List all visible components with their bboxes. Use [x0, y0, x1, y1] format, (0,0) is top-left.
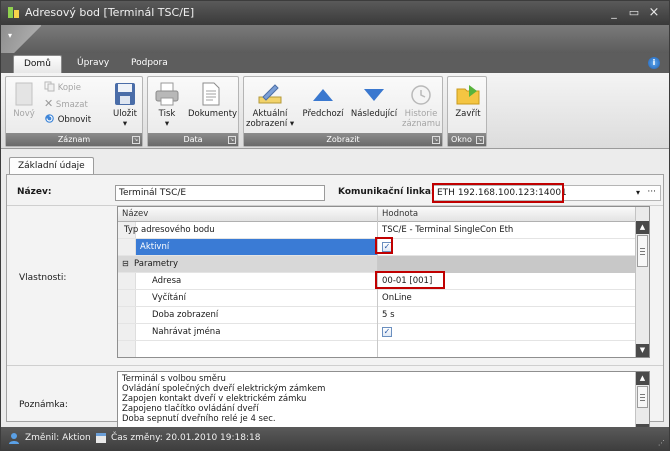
- linka-browse-icon[interactable]: ···: [647, 186, 656, 199]
- nazev-input[interactable]: Terminál TSC/E: [115, 185, 325, 201]
- historie-zaznamu-button[interactable]: Historie záznamu: [402, 81, 440, 129]
- new-document-icon: [15, 82, 33, 106]
- status-changed-by: Změnil: Aktion: [25, 433, 91, 443]
- save-icon: [115, 83, 135, 105]
- novy-button[interactable]: Nový: [10, 81, 38, 119]
- kopie-button[interactable]: Kopie: [44, 81, 81, 94]
- header-hodnota: Hodnota: [382, 209, 419, 219]
- quick-access-toolbar: ▾: [1, 25, 669, 53]
- data-launcher-icon[interactable]: ↘: [228, 136, 236, 144]
- ribbon-tabs: Domů Úpravy Podpora i: [1, 53, 669, 73]
- notes-scroll-up-icon[interactable]: ▲: [636, 372, 649, 385]
- aktualni-dropdown-icon[interactable]: ▾: [290, 119, 294, 129]
- quick-access-dropdown-icon[interactable]: ▾: [8, 31, 12, 40]
- property-grid-scrollbar[interactable]: ▲ ▼: [635, 207, 649, 357]
- arrow-down-icon: [364, 89, 384, 101]
- status-bar: Změnil: Aktion Čas změny: 20.01.2010 19:…: [1, 427, 669, 450]
- clock-icon: [411, 85, 431, 105]
- copy-icon: [44, 81, 55, 92]
- scroll-up-icon[interactable]: ▲: [636, 221, 649, 234]
- scroll-down-icon[interactable]: ▼: [636, 344, 649, 357]
- tisk-dropdown-icon[interactable]: ▾: [152, 119, 182, 129]
- document-icon: [202, 82, 220, 106]
- obnovit-button[interactable]: Obnovit: [44, 113, 91, 126]
- header-nazev: Název: [122, 209, 149, 219]
- tab-zakladni-udaje[interactable]: Základní údaje: [9, 157, 94, 174]
- delete-icon: ✕: [44, 97, 54, 110]
- nazev-label: Název:: [17, 187, 52, 197]
- adresa-highlight: [375, 271, 445, 289]
- group-okno: Zavřít Okno ↘: [447, 76, 487, 147]
- help-icon[interactable]: i: [648, 57, 660, 69]
- group-zaznam: Nový Kopie ✕ Smazat Obnovit Uložit ▾ Záz…: [5, 76, 143, 147]
- folder-exit-icon: [456, 85, 480, 105]
- app-menu-orb[interactable]: [1, 25, 41, 53]
- calendar-clock-icon: [96, 433, 106, 443]
- minimize-button[interactable]: _: [607, 6, 621, 20]
- nasledujici-button[interactable]: Následující: [350, 81, 398, 119]
- dokumenty-button[interactable]: Dokumenty: [188, 81, 237, 119]
- linka-highlight: [432, 183, 564, 203]
- okno-launcher-icon[interactable]: ↘: [476, 136, 484, 144]
- ulozit-dropdown-icon[interactable]: ▾: [110, 119, 140, 129]
- group-data-label: Data: [148, 133, 238, 146]
- group-zobrazit: Aktuální zobrazení ▾ Předchozí Následují…: [243, 76, 443, 147]
- app-icon: [8, 7, 19, 18]
- vlastnosti-label: Vlastnosti:: [19, 273, 67, 283]
- smazat-button[interactable]: ✕ Smazat: [44, 97, 88, 110]
- zavrit-button[interactable]: Zavřít: [452, 81, 484, 119]
- refresh-icon: [45, 114, 54, 123]
- tab-podpora[interactable]: Podpora: [121, 55, 178, 73]
- ribbon: Nový Kopie ✕ Smazat Obnovit Uložit ▾ Záz…: [1, 73, 669, 149]
- divider: [7, 365, 663, 366]
- user-edit-icon: [9, 433, 19, 444]
- maximize-button[interactable]: ▭: [627, 6, 641, 20]
- linka-dropdown-icon[interactable]: ▾: [636, 186, 640, 200]
- resize-grip-icon[interactable]: ⋰: [658, 439, 665, 447]
- poznamka-label: Poznámka:: [19, 400, 68, 410]
- group-zaznam-label: Záznam: [6, 133, 142, 146]
- group-data: Tisk ▾ Dokumenty Data ↘: [147, 76, 239, 147]
- tab-domu[interactable]: Domů: [13, 55, 62, 73]
- zaznam-launcher-icon[interactable]: ↘: [132, 136, 140, 144]
- arrow-up-icon: [313, 89, 333, 101]
- predchozi-button[interactable]: Předchozí: [300, 81, 346, 119]
- notes-scroll-thumb[interactable]: [637, 386, 648, 408]
- title-bar[interactable]: Adresový bod [Terminál TSC/E] _ ▭ ×: [1, 1, 669, 25]
- status-changed-at: Čas změny: 20.01.2010 19:18:18: [111, 433, 261, 443]
- collapse-minus-icon[interactable]: ⊟: [122, 259, 129, 268]
- ruler-pencil-icon: [258, 84, 282, 104]
- nahravat-jmena-checkbox[interactable]: ✓: [382, 327, 392, 337]
- aktualni-zobrazeni-button[interactable]: Aktuální zobrazení ▾: [246, 81, 294, 129]
- zobrazit-launcher-icon[interactable]: ↘: [432, 136, 440, 144]
- scroll-thumb[interactable]: [637, 235, 648, 267]
- tab-upravy[interactable]: Úpravy: [67, 55, 119, 73]
- aktivni-highlight: [375, 237, 393, 254]
- ulozit-button[interactable]: Uložit ▾: [110, 81, 140, 129]
- printer-icon: [155, 82, 179, 106]
- form-panel: Název: Terminál TSC/E Komunikační linka:…: [6, 174, 664, 438]
- app-window: Adresový bod [Terminál TSC/E] _ ▭ × ▾ Do…: [0, 0, 670, 451]
- komunikacni-linka-label: Komunikační linka:: [338, 187, 435, 197]
- close-button[interactable]: ×: [647, 6, 661, 20]
- window-title: Adresový bod [Terminál TSC/E]: [25, 6, 195, 19]
- group-zobrazit-label: Zobrazit: [244, 133, 442, 146]
- content-area: Základní údaje Název: Terminál TSC/E Kom…: [1, 149, 669, 438]
- tisk-button[interactable]: Tisk ▾: [152, 81, 182, 129]
